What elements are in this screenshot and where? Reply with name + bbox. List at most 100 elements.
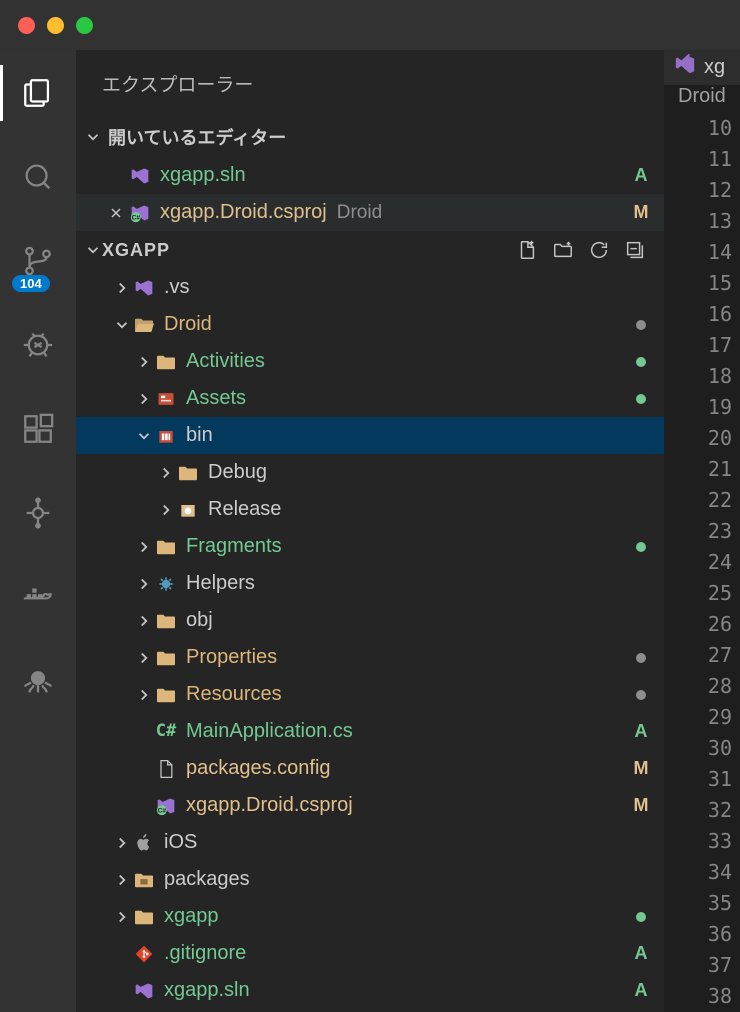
activity-explorer[interactable] xyxy=(0,70,76,116)
activity-source-control[interactable]: 104 xyxy=(0,238,76,284)
line-number: 14 xyxy=(664,237,740,268)
open-editor-item[interactable]: xgapp.slnA xyxy=(76,157,664,194)
file-icon xyxy=(132,871,156,889)
collapse-all-button[interactable] xyxy=(624,239,646,261)
open-editors-header[interactable]: 開いているエディター xyxy=(76,117,664,157)
explorer-panel: エクスプローラー 開いているエディター xgapp.slnAC#xgapp.Dr… xyxy=(76,50,664,1012)
breadcrumb-label: Droid xyxy=(678,86,726,107)
git-status-dot xyxy=(636,690,646,700)
tree-item-label: packages.config xyxy=(186,757,628,780)
tree-item[interactable]: C#xgapp.Droid.csprojM xyxy=(76,787,664,824)
tree-item-label: Resources xyxy=(186,683,636,706)
new-folder-button[interactable] xyxy=(552,239,574,261)
chevron-right-icon xyxy=(156,501,176,519)
line-number: 32 xyxy=(664,795,740,826)
tree-item-label: bin xyxy=(186,424,628,447)
chevron-right-icon xyxy=(134,649,154,667)
tree-item-label: xgapp.Droid.csproj xyxy=(186,794,628,817)
tree-item[interactable]: Properties xyxy=(76,639,664,676)
tree-item[interactable]: Debug xyxy=(76,454,664,491)
gitlens-icon xyxy=(21,496,55,530)
file-icon xyxy=(154,353,178,371)
chevron-right-icon xyxy=(134,686,154,704)
tree-item[interactable]: .vs xyxy=(76,269,664,306)
file-icon xyxy=(132,908,156,926)
activity-other[interactable] xyxy=(0,658,76,704)
activity-search[interactable] xyxy=(0,154,76,200)
extensions-icon xyxy=(21,412,55,446)
minimize-window-button[interactable] xyxy=(47,17,64,34)
svg-text:C#: C# xyxy=(132,214,141,221)
file-icon xyxy=(154,612,178,630)
tree-item-label: Debug xyxy=(208,461,628,484)
tree-item-label: Properties xyxy=(186,646,636,669)
project-header[interactable]: XGAPP xyxy=(76,231,664,269)
line-number: 26 xyxy=(664,609,740,640)
tree-item[interactable]: Resources xyxy=(76,676,664,713)
fullscreen-window-button[interactable] xyxy=(76,17,93,34)
chevron-down-icon xyxy=(112,316,132,334)
activity-debug[interactable] xyxy=(0,322,76,368)
tree-item[interactable]: Fragments xyxy=(76,528,664,565)
close-editor-button[interactable] xyxy=(104,205,128,221)
tree-item[interactable]: .gitignoreA xyxy=(76,935,664,972)
line-number: 17 xyxy=(664,330,740,361)
open-editor-label: xgapp.Droid.csprojDroid xyxy=(160,201,628,224)
files-icon xyxy=(21,76,55,110)
line-number: 34 xyxy=(664,857,740,888)
tree-item-label: MainApplication.cs xyxy=(186,720,628,743)
file-icon xyxy=(154,390,178,408)
tree-item[interactable]: Helpers xyxy=(76,565,664,602)
tree-item[interactable]: xgapp xyxy=(76,898,664,935)
git-status-dot xyxy=(636,394,646,404)
activity-docker[interactable] xyxy=(0,574,76,620)
line-number: 18 xyxy=(664,361,740,392)
tree-item-label: Activities xyxy=(186,350,636,373)
line-number: 38 xyxy=(664,981,740,1012)
tree-item-label: Fragments xyxy=(186,535,636,558)
file-icon xyxy=(154,427,178,445)
line-number: 20 xyxy=(664,423,740,454)
line-number: 12 xyxy=(664,175,740,206)
tree-item-label: Droid xyxy=(164,313,636,336)
tree-item[interactable]: xgapp.slnA xyxy=(76,972,664,1009)
window-titlebar xyxy=(0,0,740,50)
file-icon xyxy=(176,464,200,482)
chevron-down-icon xyxy=(84,241,102,259)
tree-item[interactable]: packages xyxy=(76,861,664,898)
tree-item[interactable]: Assets xyxy=(76,380,664,417)
refresh-button[interactable] xyxy=(588,239,610,261)
breadcrumb[interactable]: Droid xyxy=(664,86,740,107)
chevron-down-icon xyxy=(84,128,102,146)
editor-tab[interactable]: xg xyxy=(664,50,740,86)
chevron-right-icon xyxy=(112,279,132,297)
tree-item[interactable]: C#MainApplication.csA xyxy=(76,713,664,750)
tree-item[interactable]: Activities xyxy=(76,343,664,380)
tree-item[interactable]: iOS xyxy=(76,824,664,861)
chevron-right-icon xyxy=(112,908,132,926)
line-number: 25 xyxy=(664,578,740,609)
line-number: 30 xyxy=(664,733,740,764)
explorer-title: エクスプローラー xyxy=(76,50,664,117)
close-window-button[interactable] xyxy=(18,17,35,34)
line-number: 35 xyxy=(664,888,740,919)
tree-item[interactable]: Droid xyxy=(76,306,664,343)
git-status-dot xyxy=(636,653,646,663)
activity-gitlens[interactable] xyxy=(0,490,76,536)
tree-item[interactable]: bin xyxy=(76,417,664,454)
open-editor-item[interactable]: C# xgapp.Droid.csprojDroidM xyxy=(76,194,664,231)
search-icon xyxy=(21,160,55,194)
activity-extensions[interactable] xyxy=(0,406,76,452)
line-number: 11 xyxy=(664,144,740,175)
new-file-button[interactable] xyxy=(516,239,538,261)
tree-item[interactable]: packages.configM xyxy=(76,750,664,787)
file-icon xyxy=(154,575,178,593)
git-status-badge: M xyxy=(628,202,654,223)
tree-item-label: .vs xyxy=(164,276,628,299)
chevron-right-icon xyxy=(112,834,132,852)
tree-item[interactable]: obj xyxy=(76,602,664,639)
file-icon xyxy=(132,316,156,334)
git-status-dot xyxy=(636,320,646,330)
git-status-badge: A xyxy=(628,165,654,186)
tree-item[interactable]: Release xyxy=(76,491,664,528)
